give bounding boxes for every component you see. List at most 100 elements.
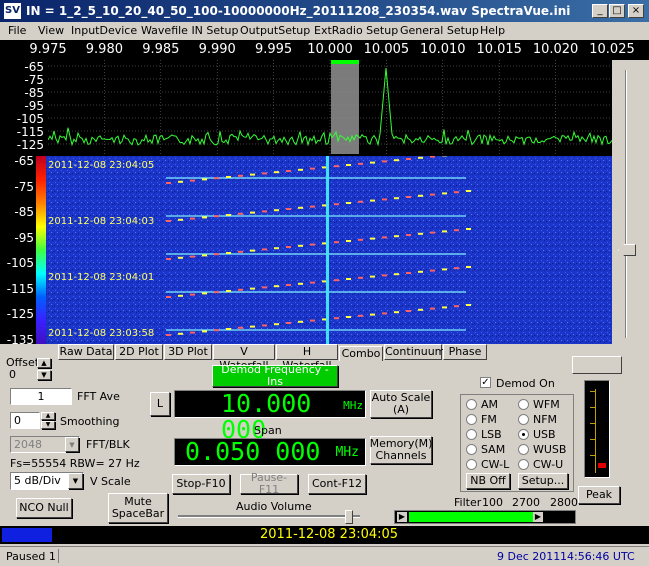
- chevron-down-icon[interactable]: ▼: [68, 473, 83, 489]
- mode-radio-fm[interactable]: FM: [466, 413, 497, 426]
- filter-passband[interactable]: [409, 512, 533, 522]
- radio-dot: [518, 459, 529, 470]
- menu-wavefile-in-setup[interactable]: Wavefile IN Setup: [141, 24, 238, 37]
- waterfall-sweep-segment: [454, 305, 459, 308]
- radio-dot: [466, 459, 477, 470]
- waterfall-timestamp: 2011-12-08 23:04:03: [48, 216, 155, 227]
- menu-file[interactable]: File: [8, 24, 26, 37]
- waterfall-sweep-segment: [430, 156, 435, 158]
- waterfall-sweep-segment: [190, 293, 195, 296]
- demod-frequency-display[interactable]: 10.000 000 MHz: [174, 390, 366, 443]
- menu-help[interactable]: Help: [480, 24, 505, 37]
- tab-continuum[interactable]: Continuum: [384, 344, 445, 360]
- menu-general-setup[interactable]: General Setup: [400, 24, 479, 37]
- waterfall-y-axis: -65 -75 -85 -95 -105 -115 -125 -135: [0, 154, 36, 347]
- app-icon[interactable]: SV: [4, 3, 21, 19]
- close-button[interactable]: ×: [628, 4, 644, 18]
- waterfall-sweep-segment: [250, 211, 255, 214]
- frequency-tick-label: 9.975: [29, 42, 67, 57]
- zoom-slider-thumb[interactable]: [618, 244, 636, 256]
- peak-button[interactable]: Peak: [578, 486, 620, 504]
- waterfall-sweep-segment: [166, 296, 171, 298]
- waterfall-color-scale: [36, 156, 46, 344]
- span-display[interactable]: 0.050 000 MHz: [174, 438, 366, 466]
- waterfall-sweep-segment: [178, 256, 183, 259]
- zoom-slider[interactable]: [618, 62, 636, 344]
- menu-extradio-setup[interactable]: ExtRadio Setup: [314, 24, 398, 37]
- offset-down-button[interactable]: ▼: [37, 370, 51, 380]
- stop-button[interactable]: Stop-F10: [172, 474, 230, 494]
- demod-on-checkbox[interactable]: ✓: [480, 377, 491, 388]
- filter-bandwidth-bar[interactable]: ▶ ▶: [394, 510, 576, 524]
- waterfall-sweep-segment: [346, 278, 351, 280]
- spectrum-plot[interactable]: [48, 60, 612, 154]
- mode-radio-cw-u[interactable]: CW-U: [518, 458, 563, 471]
- audio-volume-thumb[interactable]: [345, 510, 353, 524]
- smoothing-input[interactable]: 0: [10, 412, 40, 429]
- mode-radio-am[interactable]: AM: [466, 398, 498, 411]
- smoothing-down-button[interactable]: ▼: [41, 421, 55, 429]
- menu-view[interactable]: View: [38, 24, 64, 37]
- tab-h-waterfall[interactable]: H Waterfall: [276, 344, 338, 372]
- mode-radio-sam[interactable]: SAM: [466, 443, 505, 456]
- mode-radio-nfm[interactable]: NFM: [518, 413, 557, 426]
- mode-radio-usb[interactable]: USB: [518, 428, 556, 441]
- memory-channels-button[interactable]: Memory(M) Channels: [370, 436, 432, 464]
- audio-volume-slider[interactable]: [178, 515, 360, 518]
- waterfall-sweep-segment: [238, 326, 243, 329]
- nco-null-button[interactable]: NCO Null: [16, 498, 72, 518]
- auto-scale-button[interactable]: Auto Scale (A): [370, 390, 432, 418]
- tab-v-waterfall[interactable]: V Waterfall: [213, 344, 275, 372]
- tab-combo[interactable]: Combo: [339, 346, 383, 361]
- waterfall-sweep-segment: [286, 170, 291, 172]
- frequency-tick-label: 10.000: [307, 42, 353, 57]
- radio-dot: [518, 399, 529, 410]
- nb-off-button[interactable]: NB Off: [466, 473, 510, 489]
- tab-2d-plot[interactable]: 2D Plot: [115, 344, 163, 360]
- waterfall-sweep-segment: [466, 190, 471, 192]
- filter-high: 2800: [550, 496, 578, 509]
- mute-button[interactable]: Mute SpaceBar: [108, 493, 168, 523]
- waterfall-sweep-segment: [334, 241, 339, 244]
- offset-up-button[interactable]: ▲: [37, 358, 51, 368]
- status-date: 9 Dec 2011: [497, 550, 561, 563]
- waterfall-timestamp: 2011-12-08 23:03:58: [48, 328, 155, 339]
- l-button[interactable]: L: [150, 392, 170, 416]
- minimize-button[interactable]: _: [592, 4, 608, 18]
- waterfall-sweep-segment: [226, 290, 231, 292]
- waterfall-sweep-segment: [382, 236, 387, 239]
- waterfall-sweep-segment: [334, 279, 339, 282]
- fft-ave-input[interactable]: 1: [10, 388, 72, 405]
- offset-value[interactable]: 0: [6, 368, 36, 382]
- waterfall-sweep-segment: [382, 312, 387, 315]
- mode-radio-cw-l[interactable]: CW-L: [466, 458, 509, 471]
- mode-radio-lsb[interactable]: LSB: [466, 428, 502, 441]
- tab-phase[interactable]: Phase: [443, 344, 487, 360]
- waterfall-sweep-segment: [238, 288, 243, 291]
- pause-button[interactable]: Pause-F11: [240, 472, 298, 496]
- filter-right-arrow[interactable]: ▶: [533, 512, 543, 522]
- waterfall-sweep-segment: [370, 199, 375, 202]
- setup-button[interactable]: Setup...: [518, 473, 568, 489]
- demod-frequency-button[interactable]: Demod Frequency - Ins: [212, 364, 338, 388]
- status-paused: Paused 1: [6, 550, 56, 563]
- demod-on-label: Demod On: [496, 377, 555, 390]
- waterfall-display[interactable]: [36, 156, 612, 344]
- mode-radio-wfm[interactable]: WFM: [518, 398, 560, 411]
- tab-raw-data[interactable]: Raw Data: [58, 344, 114, 360]
- tab-3d-plot[interactable]: 3D Plot: [164, 344, 212, 360]
- waterfall-sweep-segment: [334, 165, 339, 168]
- filter-left-arrow[interactable]: ▶: [397, 512, 407, 522]
- window-title: IN = 1_2_5_10_20_40_50_100-10000000Hz_20…: [26, 4, 571, 18]
- menu-inputdevice[interactable]: InputDevice: [71, 24, 137, 37]
- mode-radio-wusb[interactable]: WUSB: [518, 443, 566, 456]
- frequency-tick-label: 10.025: [589, 42, 635, 57]
- waterfall-sweep-segment: [406, 234, 411, 236]
- waterfall-sweep-segment: [334, 317, 339, 320]
- menu-outputsetup[interactable]: OutputSetup: [240, 24, 310, 37]
- cont-button[interactable]: Cont-F12: [308, 474, 366, 494]
- radio-dot: [518, 414, 529, 425]
- waterfall-sweep-segment: [214, 215, 219, 218]
- chevron-down-icon[interactable]: ▼: [65, 437, 79, 452]
- maximize-button[interactable]: □: [609, 4, 625, 18]
